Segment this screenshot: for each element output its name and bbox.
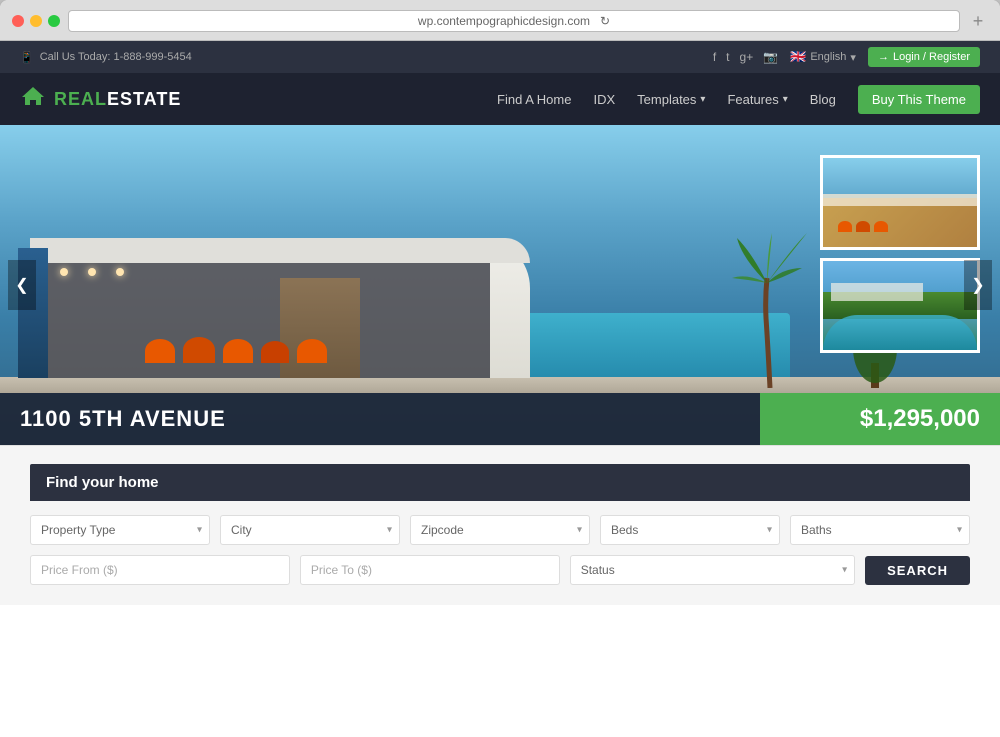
ceiling-lights — [60, 268, 124, 276]
city-select[interactable]: City New York Los Angeles — [220, 515, 400, 545]
beds-wrapper: Beds 1 2 3 4 5+ ▾ — [600, 515, 780, 545]
new-tab-button[interactable]: + — [968, 11, 988, 32]
home-icon — [20, 85, 46, 113]
stone-wall — [280, 278, 360, 378]
login-register-button[interactable]: → Login / Register — [868, 47, 980, 67]
light — [116, 268, 124, 276]
beds-select[interactable]: Beds 1 2 3 4 5+ — [600, 515, 780, 545]
main-navigation: REALESTATE Find A Home IDX Templates ▾ F… — [0, 73, 1000, 125]
browser-window: wp.contempographicdesign.com ↻ + 📱 Call … — [0, 0, 1000, 737]
phone-label: Call Us Today: 1-888-999-5454 — [40, 51, 192, 63]
nav-features-label: Features — [727, 92, 778, 107]
property-price-text: $1,295,000 — [860, 405, 980, 433]
zipcode-wrapper: Zipcode 10001 90001 ▾ — [410, 515, 590, 545]
logo-estate: ESTATE — [107, 89, 181, 109]
chair — [183, 337, 215, 363]
chair — [261, 341, 289, 363]
search-row-2: Status For Sale For Rent Sold ▾ SEARCH — [30, 555, 970, 585]
next-slide-button[interactable]: ❯ — [964, 260, 992, 310]
login-label: Login / Register — [893, 51, 970, 63]
minimize-button-dot[interactable] — [30, 15, 42, 27]
nav-links: Find A Home IDX Templates ▾ Features ▾ B… — [497, 85, 980, 114]
thumbnail-2-image — [823, 261, 977, 350]
search-header-label: Find your home — [46, 474, 159, 491]
search-panel: Find your home Property Type House Condo… — [0, 445, 1000, 605]
property-info-bar: 1100 5TH AVENUE $1,295,000 — [0, 393, 1000, 445]
instagram-icon[interactable]: 📷 — [763, 50, 778, 64]
login-icon: → — [878, 51, 889, 63]
website-content: 📱 Call Us Today: 1-888-999-5454 f t g+ 📷… — [0, 41, 1000, 737]
property-name-section: 1100 5TH AVENUE — [0, 393, 760, 445]
nav-idx[interactable]: IDX — [593, 92, 615, 107]
status-select[interactable]: Status For Sale For Rent Sold — [570, 555, 855, 585]
nav-features[interactable]: Features ▾ — [727, 92, 787, 107]
city-wrapper: City New York Los Angeles ▾ — [220, 515, 400, 545]
nav-templates-label: Templates — [637, 92, 696, 107]
top-bar-right: f t g+ 📷 🇬🇧 English ▾ → Login / Register — [713, 47, 980, 67]
thumbnail-2[interactable] — [820, 258, 980, 353]
address-bar[interactable]: wp.contempographicdesign.com ↻ — [68, 10, 960, 32]
top-bar-left: 📱 Call Us Today: 1-888-999-5454 — [20, 51, 192, 64]
thumbnail-gallery — [820, 155, 980, 353]
logo-real: REAL — [54, 89, 107, 109]
property-type-select[interactable]: Property Type House Condo Townhouse — [30, 515, 210, 545]
logo-text: REALESTATE — [54, 89, 181, 110]
chair — [297, 339, 327, 363]
twitter-icon[interactable]: t — [726, 50, 729, 64]
maximize-button-dot[interactable] — [48, 15, 60, 27]
browser-titlebar: wp.contempographicdesign.com ↻ + — [0, 0, 1000, 41]
property-name-text: 1100 5TH AVENUE — [20, 406, 226, 432]
status-wrapper: Status For Sale For Rent Sold ▾ — [570, 555, 855, 585]
phone-icon: 📱 — [20, 51, 34, 64]
property-price-section: $1,295,000 — [760, 393, 1000, 445]
flag-icon: 🇬🇧 — [790, 49, 806, 65]
search-row-1: Property Type House Condo Townhouse ▾ Ci… — [30, 515, 970, 545]
close-button-dot[interactable] — [12, 15, 24, 27]
browser-dots — [12, 15, 60, 27]
thumbnail-1[interactable] — [820, 155, 980, 250]
search-button[interactable]: SEARCH — [865, 556, 970, 585]
nav-templates[interactable]: Templates ▾ — [637, 92, 705, 107]
top-bar: 📱 Call Us Today: 1-888-999-5454 f t g+ 📷… — [0, 41, 1000, 73]
buy-theme-button[interactable]: Buy This Theme — [858, 85, 980, 114]
language-label: English — [810, 51, 846, 63]
building-overhang — [30, 238, 530, 263]
light — [88, 268, 96, 276]
language-selector[interactable]: 🇬🇧 English ▾ — [790, 49, 856, 65]
hero-background: ❮ ❯ 1100 5TH AVENUE $1,295,000 — [0, 125, 1000, 445]
prev-slide-button[interactable]: ❮ — [8, 260, 36, 310]
search-header: Find your home — [30, 464, 970, 501]
pool-thumbnail — [823, 315, 977, 350]
chevron-down-icon: ▾ — [850, 51, 856, 64]
baths-select[interactable]: Baths 1 2 3 4+ — [790, 515, 970, 545]
orange-chairs — [145, 337, 327, 363]
googleplus-icon[interactable]: g+ — [740, 50, 754, 64]
nav-blog[interactable]: Blog — [810, 92, 836, 107]
zipcode-select[interactable]: Zipcode 10001 90001 — [410, 515, 590, 545]
chevron-down-icon: ▾ — [700, 94, 705, 105]
light — [60, 268, 68, 276]
nav-find-home[interactable]: Find A Home — [497, 92, 571, 107]
property-type-wrapper: Property Type House Condo Townhouse ▾ — [30, 515, 210, 545]
chair — [223, 339, 253, 363]
facebook-icon[interactable]: f — [713, 50, 716, 64]
baths-wrapper: Baths 1 2 3 4+ ▾ — [790, 515, 970, 545]
palm-tree — [732, 228, 812, 393]
hero-section: ❮ ❯ 1100 5TH AVENUE $1,295,000 — [0, 125, 1000, 445]
url-text: wp.contempographicdesign.com — [418, 14, 590, 28]
thumbnail-1-image — [823, 158, 977, 247]
chair — [145, 339, 175, 363]
site-logo[interactable]: REALESTATE — [20, 85, 181, 113]
chevron-down-icon: ▾ — [783, 94, 788, 105]
social-icons: f t g+ 📷 — [713, 50, 778, 64]
price-from-input[interactable] — [30, 555, 290, 585]
price-to-input[interactable] — [300, 555, 560, 585]
